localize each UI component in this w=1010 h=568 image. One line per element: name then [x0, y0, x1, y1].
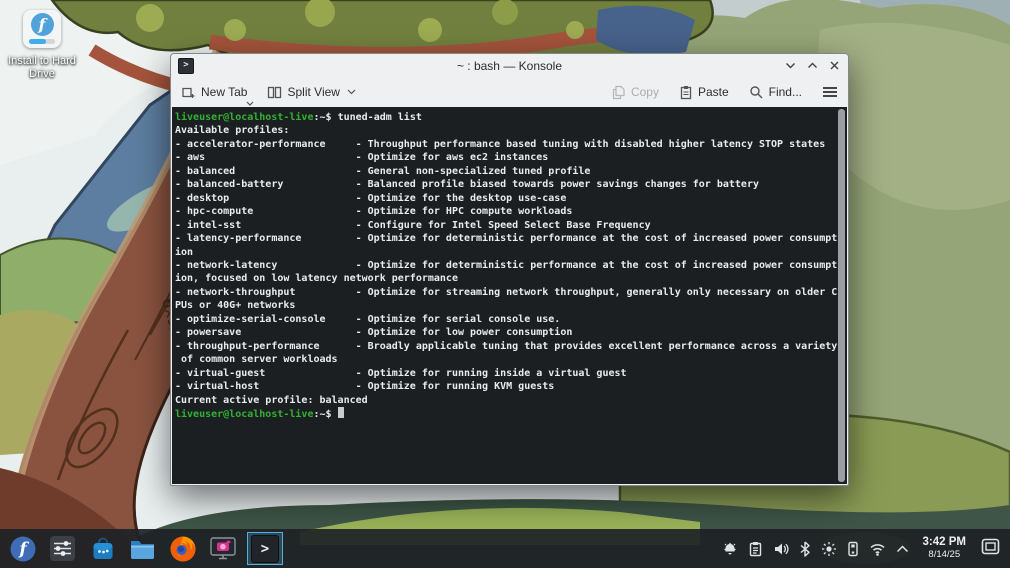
bluetooth-icon[interactable]: [799, 540, 811, 557]
show-desktop-button[interactable]: [981, 538, 1000, 560]
desktop-icon-label: Install to Hard Drive: [8, 55, 76, 81]
digital-clock[interactable]: 3:42 PM 8/14/25: [923, 536, 966, 560]
terminal-line: PUs or 40G+ networks: [175, 300, 296, 312]
hamburger-menu-icon: [823, 87, 837, 97]
terminal-line: - accelerator-performance - Throughput p…: [175, 138, 826, 150]
system-settings-button[interactable]: [47, 533, 78, 564]
menu-button[interactable]: [822, 85, 838, 99]
new-tab-icon: [182, 87, 195, 98]
firefox-button[interactable]: [167, 533, 198, 564]
new-tab-button[interactable]: New Tab: [181, 85, 254, 106]
close-button[interactable]: [828, 59, 841, 72]
desktop: 6x9=42 f Install to Hard Drive > ~ : bas: [0, 0, 1010, 568]
terminal-line: - throughput-performance - Broadly appli…: [175, 340, 838, 352]
expand-tray-icon[interactable]: [896, 544, 909, 553]
konsole-app-icon: >: [178, 57, 194, 74]
split-view-dropdown-icon[interactable]: [347, 89, 356, 95]
minimize-button[interactable]: [784, 59, 797, 72]
find-button[interactable]: Find...: [749, 85, 802, 100]
terminal-line: - virtual-host - Optimize for running KV…: [175, 381, 555, 393]
terminal-line: - balanced - General non-specialized tun…: [175, 165, 591, 177]
screenshot-app-button[interactable]: [207, 533, 238, 564]
konsole-window: > ~ : bash — Konsole New Tab Split View …: [170, 53, 849, 486]
settings-sliders-icon: [50, 536, 75, 561]
taskbar-konsole-task[interactable]: >: [247, 532, 283, 565]
system-tray: [722, 540, 909, 557]
install-progress-bar-icon: [29, 39, 55, 44]
terminal-line: - aws - Optimize for aws ec2 instances: [175, 152, 549, 164]
terminal-line: - powersave - Optimize for low power con…: [175, 327, 573, 339]
volume-icon[interactable]: [773, 541, 789, 557]
terminal-line: Current active profile: balanced: [175, 394, 368, 406]
split-view-icon: [268, 86, 282, 98]
terminal-line: - optimize-serial-console - Optimize for…: [175, 313, 561, 325]
search-icon: [749, 85, 763, 98]
terminal-line: ion: [175, 246, 194, 258]
clock-date: 8/14/25: [928, 548, 961, 560]
folder-icon: [131, 541, 154, 559]
software-updates-icon[interactable]: [722, 541, 738, 557]
copy-button[interactable]: Copy: [612, 85, 659, 100]
terminal-line: liveuser@localhost-live:~$ tuned-adm lis…: [175, 112, 422, 123]
file-manager-button[interactable]: [127, 533, 158, 564]
show-desktop-icon: [981, 538, 1000, 554]
discover-bag-icon: [93, 537, 112, 559]
install-to-hard-drive-shortcut[interactable]: f Install to Hard Drive: [1, 10, 83, 81]
firefox-icon: [170, 536, 195, 561]
copy-icon: [612, 85, 625, 99]
konsole-icon: >: [251, 534, 279, 563]
maximize-button[interactable]: [806, 59, 819, 72]
clipboard-icon[interactable]: [748, 541, 763, 557]
paste-button[interactable]: Paste: [679, 85, 729, 100]
paste-icon: [680, 85, 692, 99]
terminal-line: - latency-performance - Optimize for det…: [175, 233, 838, 245]
terminal-line: - network-latency - Optimize for determi…: [175, 259, 838, 271]
terminal-line: Available profiles:: [175, 125, 290, 137]
terminal-line: - hpc-compute - Optimize for HPC compute…: [175, 206, 573, 218]
new-tab-dropdown-icon[interactable]: [246, 101, 254, 106]
terminal-line: of common server workloads: [175, 354, 338, 366]
app-launcher-fedora-button[interactable]: f: [7, 533, 38, 564]
spectacle-screenshot-icon: [209, 537, 236, 560]
terminal-line: ion, focused on low latency network perf…: [175, 273, 458, 285]
terminal-line: - balanced-battery - Balanced profile bi…: [175, 179, 759, 191]
terminal-output[interactable]: liveuser@localhost-live:~$ tuned-adm lis…: [172, 107, 847, 484]
fedora-installer-icon: f: [23, 10, 61, 48]
terminal-cursor: [337, 406, 344, 418]
terminal-line: - network-throughput - Optimize for stre…: [175, 286, 838, 298]
terminal-line: - intel-sst - Configure for Intel Speed …: [175, 219, 651, 231]
toolbar: New Tab Split View Copy Paste Find...: [171, 77, 848, 107]
brightness-icon[interactable]: [821, 541, 837, 557]
window-title: ~ : bash — Konsole: [456, 58, 563, 73]
split-view-button[interactable]: Split View: [267, 85, 356, 100]
titlebar[interactable]: > ~ : bash — Konsole: [171, 54, 848, 77]
fedora-logo-icon: f: [30, 13, 54, 36]
fedora-logo-icon: f: [10, 536, 35, 561]
wifi-icon[interactable]: [869, 542, 886, 556]
terminal-scrollbar[interactable]: [838, 109, 845, 482]
taskbar: f > 3:42 PM 8/14/25: [0, 529, 1010, 568]
terminal-line: - virtual-guest - Optimize for running i…: [175, 367, 627, 379]
device-notifier-icon[interactable]: [847, 541, 859, 557]
terminal-line: liveuser@localhost-live:~$: [175, 406, 835, 421]
terminal-line: - desktop - Optimize for the desktop use…: [175, 192, 567, 204]
clock-time: 3:42 PM: [922, 536, 966, 549]
discover-software-button[interactable]: [87, 533, 118, 564]
